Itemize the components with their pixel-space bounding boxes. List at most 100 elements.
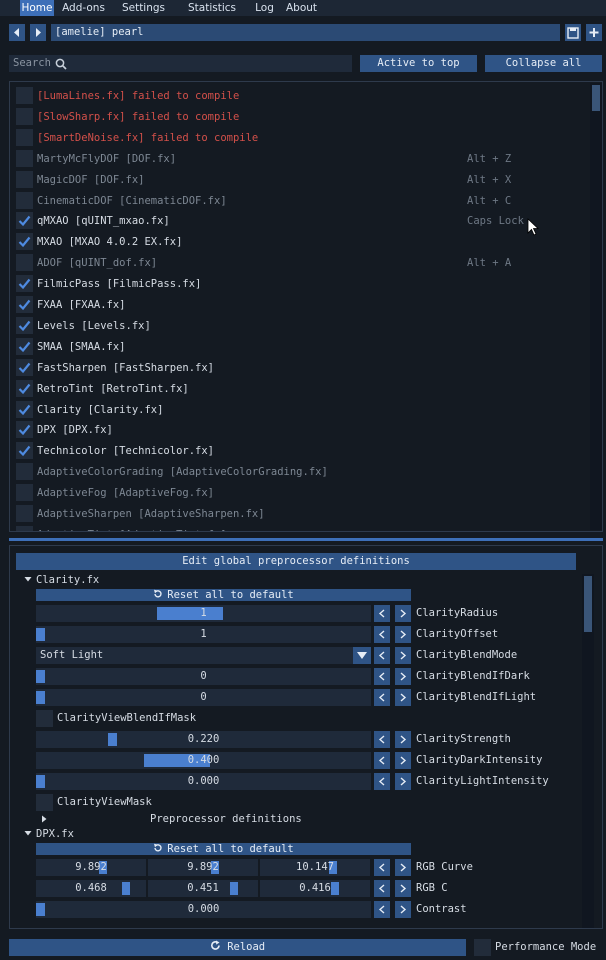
menu-about[interactable]: About xyxy=(283,0,320,16)
effect-row[interactable]: MagicDOF [DOF.fx] Alt + X xyxy=(16,170,586,190)
effect-checkbox[interactable] xyxy=(16,421,33,439)
vector-slider[interactable]: 0.416 xyxy=(260,880,370,897)
effect-row[interactable]: SMAA [SMAA.fx] xyxy=(16,337,586,357)
effect-checkbox[interactable] xyxy=(16,379,33,397)
param-checkbox[interactable] xyxy=(36,794,53,811)
effect-checkbox[interactable] xyxy=(16,484,33,502)
effect-checkbox[interactable] xyxy=(16,128,33,146)
effect-row[interactable]: AdaptiveFog [AdaptiveFog.fx] xyxy=(16,483,586,503)
effect-checkbox[interactable] xyxy=(16,275,33,293)
value-slider[interactable]: 1 xyxy=(36,605,371,622)
increment-button[interactable] xyxy=(395,752,411,769)
reset-all-button[interactable]: Reset all to default xyxy=(36,589,411,601)
effect-row[interactable]: AdaptiveColorGrading [AdaptiveColorGradi… xyxy=(16,462,586,482)
effect-checkbox[interactable] xyxy=(16,254,33,272)
effect-checkbox[interactable] xyxy=(16,107,33,125)
collapse-all-button[interactable]: Collapse all xyxy=(485,55,602,72)
next-preset-button[interactable] xyxy=(30,24,46,41)
search-input[interactable]: Search xyxy=(9,55,352,72)
increment-button[interactable] xyxy=(395,880,411,897)
effect-checkbox[interactable] xyxy=(16,442,33,460)
effect-checkbox[interactable] xyxy=(16,87,33,104)
settings-scrollbar[interactable] xyxy=(582,574,594,928)
decrement-button[interactable] xyxy=(374,859,390,876)
effect-checkbox[interactable] xyxy=(16,191,33,209)
increment-button[interactable] xyxy=(395,605,411,622)
effect-checkbox[interactable] xyxy=(16,525,33,531)
vector-slider[interactable]: 9.892 xyxy=(36,859,146,876)
effect-checkbox[interactable] xyxy=(16,400,33,418)
decrement-button[interactable] xyxy=(374,647,390,664)
effect-row[interactable]: ADOF [qUINT_dof.fx] Alt + A xyxy=(16,253,586,273)
settings-scrollbar-thumb[interactable] xyxy=(584,576,592,632)
vector-slider[interactable]: 9.892 xyxy=(148,859,258,876)
increment-button[interactable] xyxy=(395,647,411,664)
effect-row[interactable]: [SlowSharp.fx] failed to compile xyxy=(16,107,586,127)
section-header[interactable]: DPX.fx xyxy=(24,827,424,841)
menu-statistics[interactable]: Statistics xyxy=(177,0,247,16)
value-slider[interactable]: 0.000 xyxy=(36,901,371,918)
vector-slider[interactable]: 0.451 xyxy=(148,880,258,897)
reload-button[interactable]: Reload xyxy=(9,939,466,956)
effect-row[interactable]: MXAO [MXAO 4.0.2 EX.fx] xyxy=(16,232,586,252)
reset-all-button[interactable]: Reset all to default xyxy=(36,843,411,855)
effect-checkbox[interactable] xyxy=(16,337,33,355)
value-slider[interactable]: 0 xyxy=(36,668,371,685)
effect-row[interactable]: MartyMcFlyDOF [DOF.fx] Alt + Z xyxy=(16,149,586,169)
param-checkbox[interactable] xyxy=(36,710,53,727)
menu-log[interactable]: Log xyxy=(251,0,278,16)
effect-checkbox[interactable] xyxy=(16,170,33,188)
decrement-button[interactable] xyxy=(374,880,390,897)
decrement-button[interactable] xyxy=(374,773,390,790)
effect-row[interactable]: [LumaLines.fx] failed to compile xyxy=(16,86,586,106)
effects-scrollbar[interactable] xyxy=(590,83,602,530)
effect-row[interactable]: [SmartDeNoise.fx] failed to compile xyxy=(16,128,586,148)
effect-row[interactable]: FastSharpen [FastSharpen.fx] xyxy=(16,358,586,378)
panel-splitter[interactable] xyxy=(9,538,603,541)
effect-row[interactable]: CinematicDOF [CinematicDOF.fx] Alt + C xyxy=(16,191,586,211)
value-slider[interactable]: 0.400 xyxy=(36,752,371,769)
effect-row[interactable]: Clarity [Clarity.fx] xyxy=(16,400,586,420)
save-preset-button[interactable] xyxy=(565,24,581,41)
increment-button[interactable] xyxy=(395,901,411,918)
performance-mode-checkbox[interactable] xyxy=(474,939,491,956)
decrement-button[interactable] xyxy=(374,605,390,622)
effect-row[interactable]: RetroTint [RetroTint.fx] xyxy=(16,379,586,399)
menu-add-ons[interactable]: Add-ons xyxy=(56,0,111,16)
increment-button[interactable] xyxy=(395,626,411,643)
value-slider[interactable]: 1 xyxy=(36,626,371,643)
increment-button[interactable] xyxy=(395,689,411,706)
value-slider[interactable]: 0.220 xyxy=(36,731,371,748)
section-header[interactable]: Clarity.fx xyxy=(24,573,424,587)
value-slider[interactable]: 0 xyxy=(36,689,371,706)
effect-checkbox[interactable] xyxy=(16,358,33,376)
decrement-button[interactable] xyxy=(374,901,390,918)
decrement-button[interactable] xyxy=(374,731,390,748)
effect-row[interactable]: AdaptiveSharpen [AdaptiveSharpen.fx] xyxy=(16,504,586,524)
effect-row[interactable]: qMXAO [qUINT_mxao.fx] Caps Lock xyxy=(16,211,586,231)
decrement-button[interactable] xyxy=(374,689,390,706)
effect-row[interactable]: FXAA [FXAA.fx] xyxy=(16,295,586,315)
effect-checkbox[interactable] xyxy=(16,212,33,230)
effect-checkbox[interactable] xyxy=(16,233,33,251)
dropdown-button[interactable] xyxy=(353,647,371,664)
effect-checkbox[interactable] xyxy=(16,296,33,313)
effect-row[interactable]: Levels [Levels.fx] xyxy=(16,316,586,336)
effect-row[interactable]: DPX [DPX.fx] xyxy=(16,420,586,440)
prev-preset-button[interactable] xyxy=(9,24,25,41)
effect-row[interactable]: Technicolor [Technicolor.fx] xyxy=(16,441,586,461)
vector-slider[interactable]: 10.147 xyxy=(260,859,370,876)
effects-scrollbar-thumb[interactable] xyxy=(592,85,600,111)
increment-button[interactable] xyxy=(395,773,411,790)
blend-mode-select[interactable]: Soft Light xyxy=(36,647,371,664)
vector-slider[interactable]: 0.468 xyxy=(36,880,146,897)
effect-checkbox[interactable] xyxy=(16,149,33,167)
menu-home[interactable]: Home xyxy=(20,0,54,16)
increment-button[interactable] xyxy=(395,668,411,685)
decrement-button[interactable] xyxy=(374,668,390,685)
add-preset-button[interactable] xyxy=(586,24,602,41)
effect-row[interactable]: FilmicPass [FilmicPass.fx] xyxy=(16,274,586,294)
effect-checkbox[interactable] xyxy=(16,463,33,481)
effect-checkbox[interactable] xyxy=(16,316,33,334)
decrement-button[interactable] xyxy=(374,752,390,769)
